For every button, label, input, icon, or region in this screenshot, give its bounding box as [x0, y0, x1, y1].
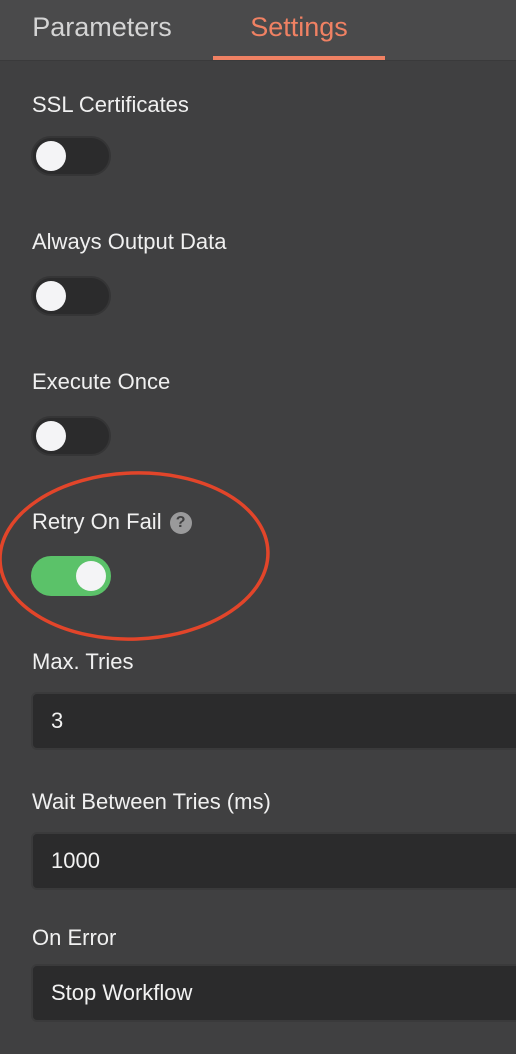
execute-once-label: Execute Once [32, 369, 171, 394]
wait-between-tries-input[interactable]: 1000 [31, 832, 516, 890]
node-settings-panel: Parameters Settings SSL Certificates Alw… [0, 0, 516, 1054]
question-circle-icon[interactable]: ? [169, 512, 192, 534]
tab-parameters[interactable]: Parameters [0, 0, 204, 60]
ssl-certificates-label: SSL Certificates [32, 92, 189, 117]
retry-on-fail-label-row: Retry On Fail? [32, 509, 192, 535]
toggle-knob [36, 281, 66, 311]
ssl-certificates-toggle[interactable] [31, 136, 111, 176]
toggle-knob [36, 421, 66, 451]
max-tries-input[interactable]: 3 [31, 692, 516, 750]
tab-bar: Parameters Settings [0, 0, 516, 61]
retry-on-fail-toggle[interactable] [31, 556, 111, 596]
max-tries-label: Max. Tries [32, 649, 134, 674]
on-error-label: On Error [32, 925, 117, 950]
always-output-data-label: Always Output Data [32, 229, 227, 254]
active-tab-indicator [213, 56, 385, 60]
execute-once-toggle[interactable] [31, 416, 111, 456]
toggle-knob [36, 141, 66, 171]
retry-on-fail-label: Retry On Fail [32, 509, 162, 534]
tab-settings[interactable]: Settings [213, 0, 385, 60]
toggle-knob [76, 561, 106, 591]
always-output-data-toggle[interactable] [31, 276, 111, 316]
on-error-select[interactable]: Stop Workflow [31, 964, 516, 1022]
wait-between-tries-label: Wait Between Tries (ms) [32, 789, 271, 814]
